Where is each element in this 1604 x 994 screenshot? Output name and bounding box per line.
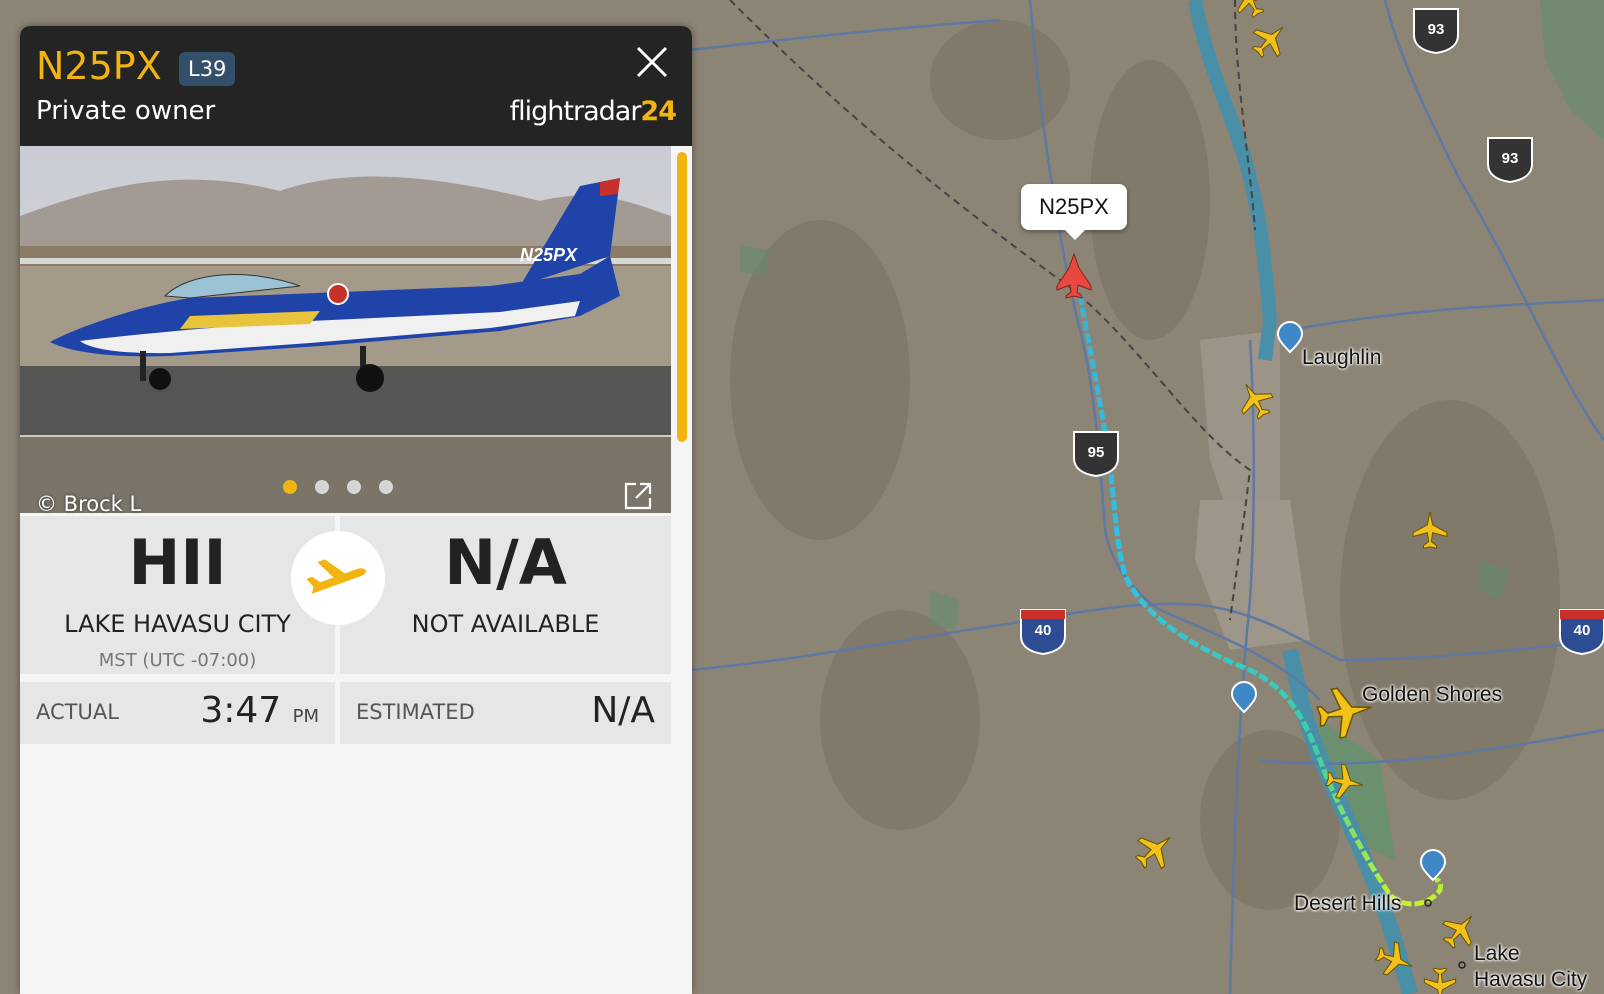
route-shield-i40: 40 (1017, 606, 1069, 656)
actual-time: 3:47 PM (200, 690, 319, 731)
photo-pager-dot[interactable] (379, 480, 393, 494)
route-shield-us95: 95 (1070, 428, 1122, 478)
actual-time-ampm: PM (292, 706, 319, 727)
route-shield-i40-b: 40 (1556, 606, 1604, 656)
estimated-time: N/A (591, 690, 655, 731)
place-label-lake: Lake (1474, 942, 1520, 965)
registration: N25PX (36, 44, 162, 88)
actual-time-cell: ACTUAL 3:47 PM (20, 682, 335, 744)
aircraft-photo[interactable]: N25PX (20, 146, 671, 513)
origin-code: HII (128, 526, 227, 599)
place-label-desert-hills: Desert Hills (1294, 892, 1402, 915)
photo-tail-text: N25PX (520, 245, 578, 265)
route-shield-us93-b: 93 (1484, 134, 1536, 184)
brand-logo: flightradar24 (509, 96, 677, 127)
destination-city: NOT AVAILABLE (411, 610, 600, 638)
route-shield-us93: 93 (1410, 5, 1462, 55)
photo-credit: © Brock L (36, 492, 142, 516)
external-link-icon[interactable] (622, 480, 654, 512)
actual-time-value: 3:47 (200, 690, 282, 731)
aircraft-type-badge: L39 (179, 52, 236, 86)
route-plane-icon (291, 531, 385, 625)
panel-header: N25PX L39 Private owner flightradar24 (20, 26, 692, 146)
actual-label: ACTUAL (36, 700, 119, 724)
scrollbar-thumb[interactable] (677, 152, 687, 442)
place-label-havasu-city: Havasu City (1474, 968, 1588, 991)
close-icon[interactable] (632, 42, 672, 82)
destination-code: N/A (444, 526, 567, 599)
photo-pager-dot[interactable] (347, 480, 361, 494)
place-label-golden-shores: Golden Shores (1362, 683, 1503, 706)
flight-info-panel: N25PX L39 Private owner flightradar24 N2… (20, 26, 692, 994)
brand-number: 24 (640, 96, 677, 127)
photo-pager-dot[interactable] (283, 480, 297, 494)
origin-cell[interactable]: HII LAKE HAVASU CITY MST (UTC -07:00) (20, 516, 335, 674)
origin-timezone: MST (UTC -07:00) (98, 650, 257, 671)
owner-name: Private owner (36, 96, 216, 126)
destination-cell[interactable]: N/A NOT AVAILABLE (340, 516, 671, 674)
estimated-label: ESTIMATED (356, 700, 475, 724)
origin-city: LAKE HAVASU CITY (64, 610, 291, 638)
aircraft-callout[interactable]: N25PX (1021, 184, 1127, 240)
place-label-laughlin: Laughlin (1302, 346, 1382, 369)
photo-pager-dot[interactable] (315, 480, 329, 494)
brand-name: flightradar (509, 96, 642, 127)
estimated-time-cell: ESTIMATED N/A (340, 682, 671, 744)
